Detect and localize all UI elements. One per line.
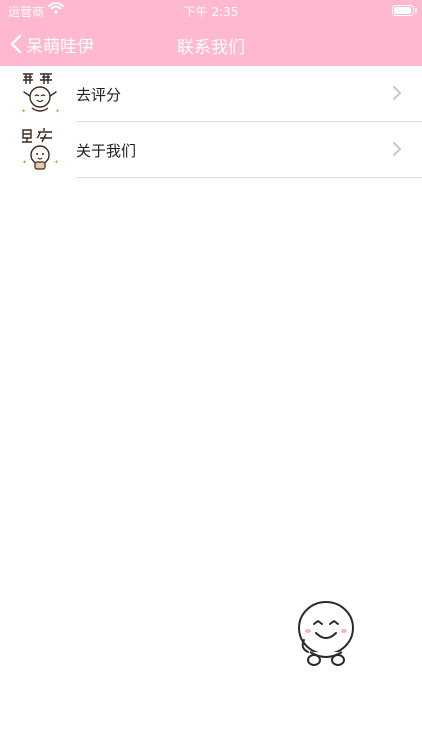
- settings-list: ✦ ✦ 去评分 ✦ ✦ 关于我们: [0, 66, 422, 178]
- row-label: 去评分: [76, 86, 122, 104]
- mascot-icon: [296, 600, 356, 670]
- cartoon-praise-icon: ✦ ✦: [18, 70, 64, 116]
- page-title: 联系我们: [177, 38, 245, 58]
- svg-text:✦: ✦: [22, 159, 27, 166]
- top-bar: 运营商 下午 2:35 呆萌哇伊 联系我们: [0, 0, 422, 66]
- row-label: 关于我们: [76, 142, 137, 160]
- chevron-right-icon: [392, 85, 402, 105]
- list-item-rate[interactable]: ✦ ✦ 去评分: [0, 66, 422, 122]
- cartoon-morning-icon: ✦ ✦: [18, 126, 64, 172]
- chevron-right-icon: [392, 141, 402, 161]
- list-item-about[interactable]: ✦ ✦ 关于我们: [0, 122, 422, 178]
- svg-text:✦: ✦: [55, 108, 60, 115]
- navigation-bar: 呆萌哇伊 联系我们: [0, 22, 422, 66]
- svg-text:✦: ✦: [21, 108, 26, 115]
- status-bar: 运营商 下午 2:35: [0, 0, 422, 22]
- battery-icon: [392, 5, 417, 16]
- svg-text:✦: ✦: [54, 159, 59, 166]
- clock: 下午 2:35: [183, 5, 239, 19]
- divider: [76, 177, 422, 178]
